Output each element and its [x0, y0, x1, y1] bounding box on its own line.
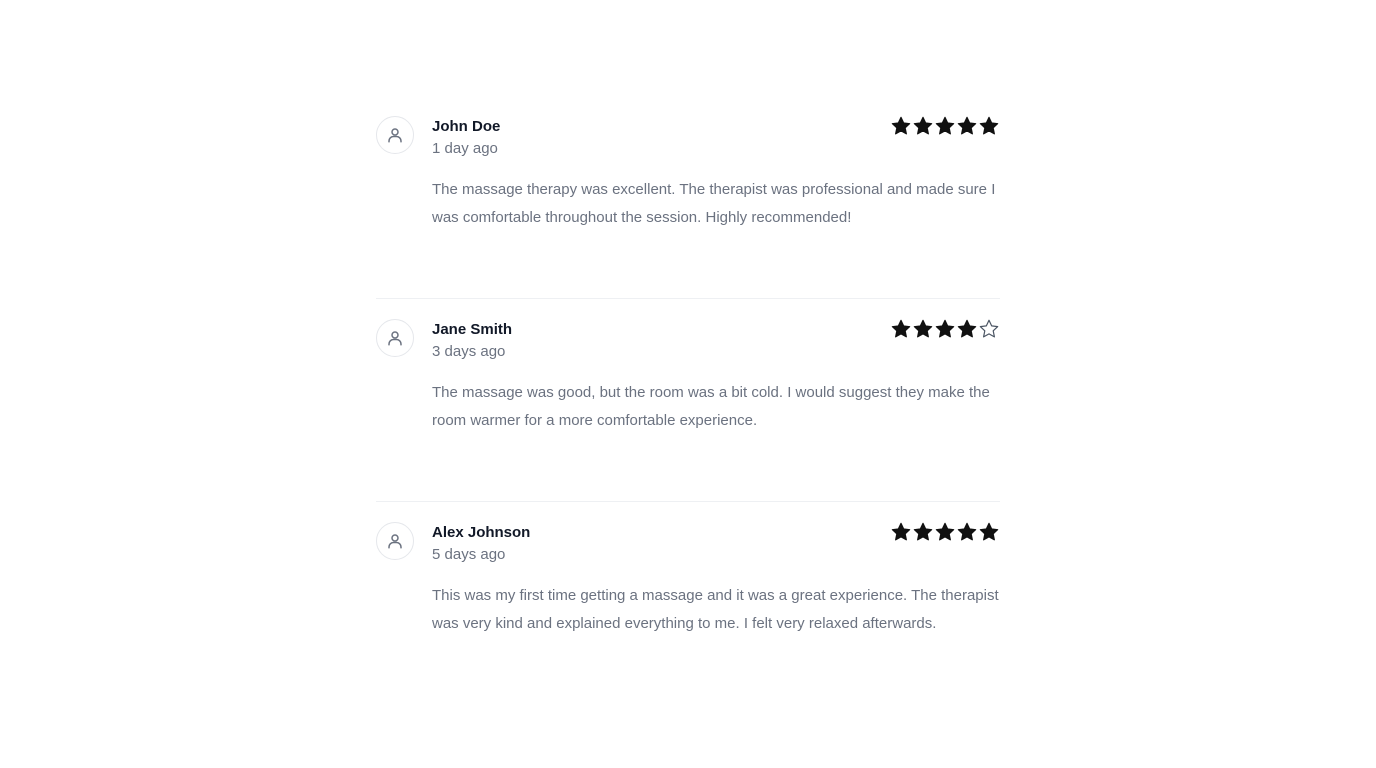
star-filled-icon — [913, 522, 933, 541]
reviewer-name: John Doe — [432, 118, 501, 135]
user-icon — [388, 331, 402, 346]
review-card: Alex Johnson 5 days ago This was my firs… — [376, 502, 1000, 704]
star-filled-icon — [913, 319, 933, 338]
user-icon — [388, 128, 402, 143]
review-text: The massage was good, but the room was a… — [432, 384, 990, 429]
review-time: 3 days ago — [432, 343, 506, 360]
star-outline-icon — [979, 319, 999, 338]
star-rating — [890, 521, 1000, 543]
star-filled-icon — [891, 522, 911, 541]
star-filled-icon — [935, 522, 955, 541]
avatar — [376, 522, 414, 560]
review-meta: Alex Johnson 5 days ago — [432, 523, 530, 565]
review-header: Alex Johnson 5 days ago — [376, 522, 1000, 582]
star-filled-icon — [935, 116, 955, 135]
review-meta: John Doe 1 day ago — [432, 117, 500, 159]
star-filled-icon — [913, 116, 933, 135]
review-text: This was my first time getting a massage… — [432, 587, 999, 632]
reviewer-name: Alex Johnson — [432, 524, 531, 541]
avatar — [376, 116, 414, 154]
star-filled-icon — [957, 116, 977, 135]
review-card: John Doe 1 day ago The massage therapy w… — [376, 96, 1000, 299]
reviews-list: John Doe 1 day ago The massage therapy w… — [376, 96, 1000, 704]
star-rating — [890, 318, 1000, 340]
reviewer-name: Jane Smith — [432, 321, 513, 338]
star-filled-icon — [891, 116, 911, 135]
review-time: 1 day ago — [432, 140, 498, 157]
user-icon — [388, 534, 402, 549]
review-text: The massage therapy was excellent. The t… — [432, 181, 996, 226]
review-card: Jane Smith 3 days ago The massage was go… — [376, 299, 1000, 502]
star-filled-icon — [979, 522, 999, 541]
review-time: 5 days ago — [432, 546, 506, 563]
star-filled-icon — [957, 319, 977, 338]
star-filled-icon — [935, 319, 955, 338]
star-filled-icon — [979, 116, 999, 135]
star-filled-icon — [891, 319, 911, 338]
review-header: John Doe 1 day ago — [376, 116, 1000, 176]
star-rating — [890, 115, 1000, 137]
avatar — [376, 319, 414, 357]
star-filled-icon — [957, 522, 977, 541]
review-meta: Jane Smith 3 days ago — [432, 320, 512, 362]
review-header: Jane Smith 3 days ago — [376, 319, 1000, 379]
